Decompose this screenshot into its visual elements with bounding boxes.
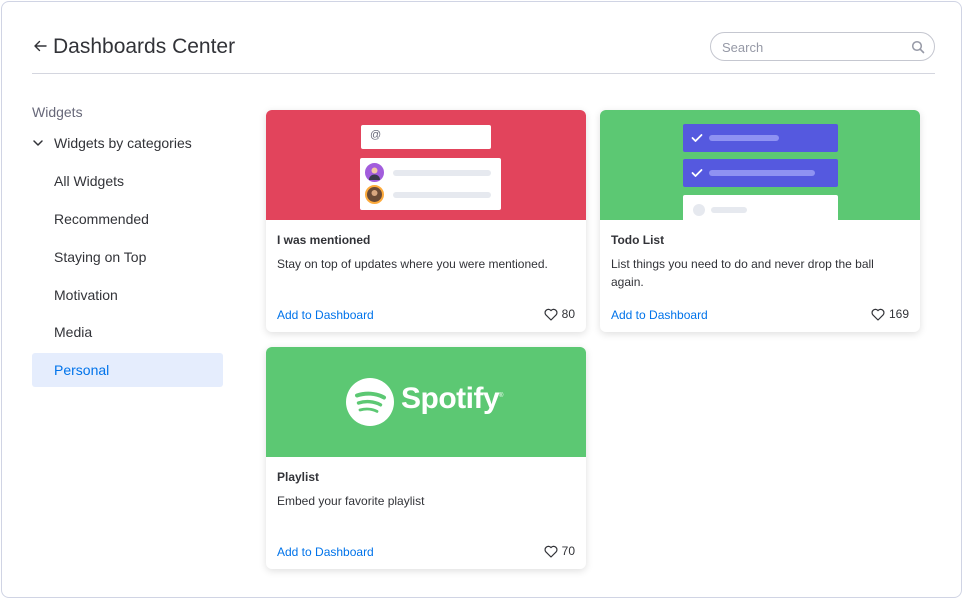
sidebar-item-all-widgets[interactable]: All Widgets: [32, 164, 223, 198]
sidebar-item-staying-on-top[interactable]: Staying on Top: [32, 240, 223, 274]
check-icon: [691, 169, 703, 177]
card-description: Embed your favorite playlist: [277, 494, 425, 508]
card-title: Playlist: [277, 470, 320, 484]
registered-mark: ®: [499, 393, 504, 399]
heart-icon: [544, 545, 558, 558]
widget-card-todo-list: Todo List List things you need to do and…: [600, 110, 920, 332]
avatar: [365, 163, 384, 182]
spotify-wordmark: Spotify: [401, 382, 500, 415]
sidebar-item-motivation[interactable]: Motivation: [32, 278, 223, 312]
categories-label: Widgets by categories: [54, 135, 192, 151]
at-symbol: @: [370, 129, 382, 141]
avatar: [365, 185, 384, 204]
check-icon: [691, 134, 703, 142]
placeholder-line: [393, 170, 491, 176]
mention-suggestions-illustration: [360, 158, 501, 210]
placeholder-line: [393, 192, 491, 198]
like-count: 169: [888, 307, 909, 321]
like-button[interactable]: 80: [544, 307, 575, 321]
list-item: [365, 185, 495, 205]
widget-card-i-was-mentioned: @ I was mentioned Stay on top of updates…: [266, 110, 586, 332]
search-icon[interactable]: [911, 40, 925, 54]
heart-icon: [544, 308, 558, 321]
todo-empty-item-illustration: [683, 195, 838, 220]
placeholder-line: [709, 170, 815, 176]
search-input[interactable]: [722, 38, 902, 56]
placeholder-line: [709, 135, 779, 141]
mention-input-illustration: @: [361, 125, 491, 149]
header: Dashboards Center: [32, 30, 935, 74]
spotify-preview-banner: Spotify ®: [266, 347, 586, 457]
todo-item-illustration: [683, 124, 838, 152]
todo-item-illustration: [683, 159, 838, 187]
add-to-dashboard-link[interactable]: Add to Dashboard: [277, 545, 374, 559]
categories-toggle[interactable]: Widgets by categories: [32, 134, 192, 152]
sidebar-heading: Widgets: [32, 104, 83, 120]
chevron-down-icon: [33, 140, 43, 146]
page-title: Dashboards Center: [53, 35, 236, 58]
back-arrow-icon[interactable]: [32, 38, 48, 54]
like-count: 70: [561, 544, 575, 558]
card-description: Stay on top of updates where you were me…: [277, 257, 548, 271]
widget-card-playlist: Spotify ® Playlist Embed your favorite p…: [266, 347, 586, 569]
add-to-dashboard-link[interactable]: Add to Dashboard: [611, 308, 708, 322]
placeholder-line: [711, 207, 747, 213]
sidebar-item-personal[interactable]: Personal: [32, 353, 223, 387]
spotify-logo-icon: [346, 378, 394, 426]
todo-preview-banner: [600, 110, 920, 220]
mention-preview-banner: @: [266, 110, 586, 220]
heart-icon: [871, 308, 885, 321]
card-title: I was mentioned: [277, 233, 371, 247]
sidebar-item-media[interactable]: Media: [32, 315, 223, 349]
card-description: List things you need to do and never dro…: [611, 257, 874, 289]
list-item: [365, 163, 495, 183]
like-button[interactable]: 70: [544, 544, 575, 558]
spotify-logo: Spotify ®: [346, 378, 508, 426]
like-button[interactable]: 169: [871, 307, 909, 321]
search-box[interactable]: [710, 32, 935, 61]
card-title: Todo List: [611, 233, 665, 247]
empty-checkbox: [693, 204, 705, 216]
add-to-dashboard-link[interactable]: Add to Dashboard: [277, 308, 374, 322]
like-count: 80: [561, 307, 575, 321]
sidebar-item-recommended[interactable]: Recommended: [32, 202, 223, 236]
